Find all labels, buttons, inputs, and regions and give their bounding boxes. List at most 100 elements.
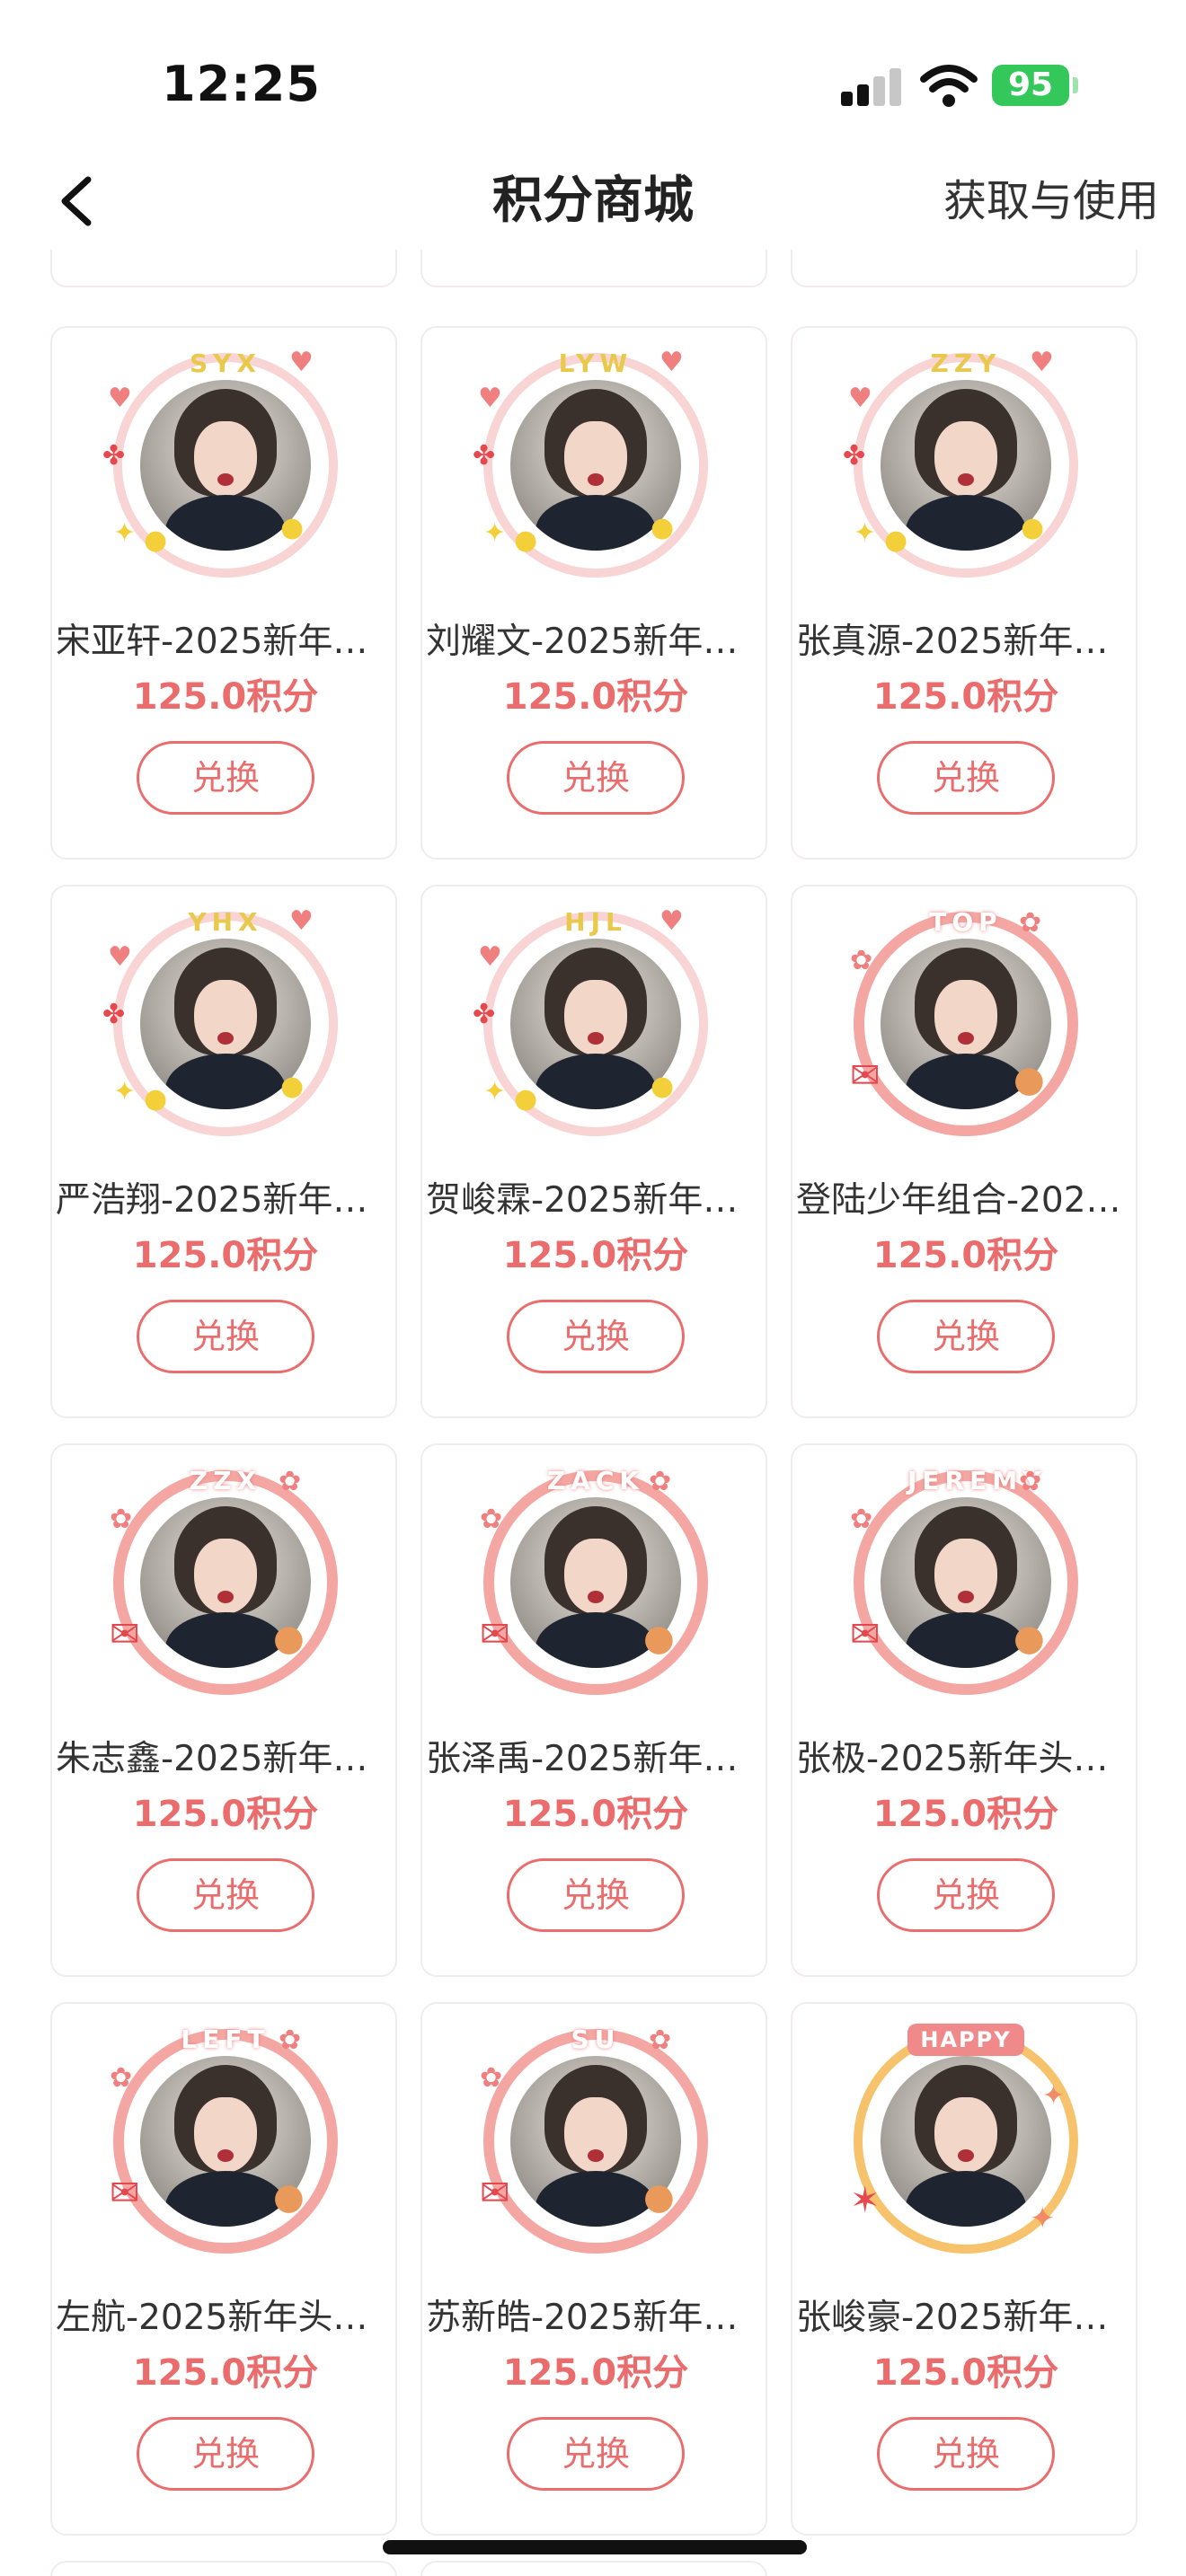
redeem-button[interactable]: 兑换	[877, 2417, 1055, 2491]
item-price: 125.0积分	[872, 676, 1059, 718]
frame-tag-text: SU	[571, 2025, 621, 2054]
star-icon: ✦	[1030, 2201, 1056, 2236]
product-card-partial[interactable]	[420, 2561, 767, 2576]
chinese-knot-icon: ✤	[843, 440, 866, 472]
frame-tag-text: TOP	[929, 907, 1003, 937]
avatar-frame-preview: SU ✉ ● ✿ ✿	[480, 2025, 708, 2254]
sparkle-icon: ✦	[483, 1076, 507, 1107]
redeem-button[interactable]: 兑换	[137, 1300, 314, 1373]
avatar-frame-preview: LEFT ✉ ● ✿ ✿	[110, 2025, 338, 2254]
product-card-partial[interactable]	[50, 2561, 397, 2576]
wifi-icon	[920, 65, 978, 107]
chick-icon: ●	[651, 1071, 675, 1102]
avatar-photo	[881, 2056, 1051, 2227]
product-card[interactable]: ZACK ✉ ● ✿ ✿ 张泽禹-2025新年头像框 125.0积分兑换	[420, 1443, 769, 1977]
item-price: 125.0积分	[872, 2352, 1059, 2394]
item-price: 125.0积分	[502, 1235, 689, 1276]
status-time: 12:25	[162, 56, 321, 112]
flower-icon: ✿	[649, 2025, 672, 2056]
heart-icon: ♥	[108, 383, 132, 414]
frame-tag-text: YHX	[188, 907, 263, 937]
avatar-frame-preview: TOP ✉ ● ✿ ✿	[850, 907, 1078, 1136]
redeem-button[interactable]: 兑换	[877, 741, 1055, 815]
redeem-button[interactable]: 兑换	[877, 1858, 1055, 1932]
redeem-button[interactable]: 兑换	[877, 1300, 1055, 1373]
item-price: 125.0积分	[132, 2352, 319, 2394]
red-envelope-icon: ✉	[480, 1614, 510, 1655]
product-card[interactable]: HJL♥♥✤●●✦贺峻霖-2025新年头像框125.0积分兑换	[420, 885, 769, 1418]
chick-icon: ●	[144, 525, 168, 556]
star-icon: ✦	[1042, 2080, 1066, 2112]
item-name: 张极-2025新年头像框	[796, 1739, 1139, 1779]
chick-icon: ●	[651, 512, 675, 543]
red-envelope-icon: ✉	[850, 1614, 881, 1655]
flower-icon: ✿	[110, 1504, 133, 1535]
heart-icon: ♥	[659, 347, 684, 378]
product-card[interactable]: JEREMY ✉ ● ✿ ✿ 张极-2025新年头像框 125.0积分 兑换	[791, 1443, 1139, 1977]
redeem-button[interactable]: 兑换	[137, 741, 314, 815]
chick-icon: ●	[514, 525, 538, 556]
battery-level: 95	[1007, 66, 1054, 103]
frame-tag-text: HAPPY	[907, 2024, 1024, 2056]
frame-tag-text: ZZX	[189, 1466, 262, 1495]
cat-icon: ●	[643, 1618, 675, 1659]
heart-icon: ♥	[478, 941, 502, 973]
red-envelope-icon: ✉	[110, 2173, 140, 2214]
product-card[interactable]: HAPPY ✶ ✦ ✦ 张峻豪-2025新年头像框 125.0积分兑换	[791, 2002, 1139, 2536]
heart-icon: ♥	[478, 383, 502, 414]
frame-tag-text: HJL	[564, 907, 627, 937]
item-name: 宋亚轩-2025新年头像框	[56, 622, 399, 662]
item-price: 125.0积分	[502, 2352, 689, 2394]
sparkle-icon: ✦	[854, 517, 877, 549]
battery-icon: 95	[992, 65, 1069, 106]
sparkle-icon: ✦	[113, 1076, 137, 1107]
sparkle-icon: ✦	[113, 517, 137, 549]
chick-icon: ●	[280, 1071, 305, 1102]
flower-icon: ✿	[110, 2062, 133, 2094]
product-card[interactable]: SU ✉ ● ✿ ✿ 苏新皓-2025新年头像框 125.0积分兑换	[420, 2002, 769, 2536]
cat-icon: ●	[643, 2176, 675, 2218]
heart-icon: ♥	[289, 905, 314, 937]
flower-icon: ✿	[480, 1504, 503, 1535]
product-card[interactable]: SYX♥♥✤●●✦宋亚轩-2025新年头像框125.0积分兑换	[50, 326, 399, 860]
flower-icon: ✿	[850, 945, 873, 976]
heart-icon: ♥	[659, 905, 684, 937]
item-price: 125.0积分	[132, 1794, 319, 1835]
redeem-button[interactable]: 兑换	[507, 1858, 685, 1932]
item-price: 125.0积分	[132, 676, 319, 718]
red-envelope-icon: ✉	[110, 1614, 140, 1655]
chick-icon: ●	[1021, 512, 1045, 543]
app-screen: 12:25 95 积分商城 获取与使用 SYX ♥ ♥ ✤ ● ● ✦ 宋亚轩-2025新年头…	[0, 0, 1186, 2576]
frame-tag-text: SYX	[189, 348, 262, 378]
redeem-button[interactable]: 兑换	[507, 1300, 685, 1373]
flower-icon: ✿	[480, 2062, 503, 2094]
avatar-frame-preview: JEREMY ✉ ● ✿ ✿	[850, 1466, 1078, 1695]
item-name: 刘耀文-2025新年头像框	[426, 622, 769, 662]
heart-icon: ♥	[848, 383, 872, 414]
cellular-signal-icon	[841, 68, 902, 106]
earn-and-use-link[interactable]: 获取与使用	[943, 165, 1159, 237]
heart-icon: ♥	[289, 347, 314, 378]
avatar-frame-preview: LYW ♥ ♥ ✤ ● ● ✦	[473, 348, 708, 578]
item-price: 125.0积分	[872, 1794, 1059, 1835]
status-bar: 12:25 95	[0, 0, 1186, 153]
item-price: 125.0积分	[502, 676, 689, 718]
redeem-button[interactable]: 兑换	[507, 741, 685, 815]
avatar-frame-preview: HJL ♥ ♥ ✤ ● ● ✦	[473, 907, 708, 1136]
item-name: 张泽禹-2025新年头像框	[426, 1739, 769, 1779]
chick-icon: ●	[884, 525, 908, 556]
redeem-button[interactable]: 兑换	[507, 2417, 685, 2491]
frame-tag-text: JEREMY	[907, 1466, 1047, 1495]
product-card[interactable]: ZZX ✉ ● ✿ ✿ 朱志鑫-2025新年头像框 125.0积分兑换	[50, 1443, 399, 1977]
product-card[interactable]: TOP ✉ ● ✿ ✿ 登陆少年组合-2025新年头像框 125.0积分兑换	[791, 885, 1139, 1418]
avatar-frame-preview: YHX ♥ ♥ ✤ ● ● ✦	[102, 907, 338, 1136]
frame-tag-text: ZACK	[546, 1466, 645, 1495]
product-card[interactable]: LYW♥♥✤●●✦刘耀文-2025新年头像框125.0积分兑换	[420, 326, 769, 860]
flower-icon: ✿	[279, 1466, 302, 1497]
product-card[interactable]: YHX♥♥✤●●✦严浩翔-2025新年头像框125.0积分兑换	[50, 885, 399, 1418]
product-card[interactable]: LEFT ✉ ● ✿ ✿ 左航-2025新年头像框 125.0积分 兑换	[50, 2002, 399, 2536]
cat-icon: ●	[273, 2176, 305, 2218]
product-card[interactable]: ZZY♥♥✤●●✦张真源-2025新年头像框125.0积分兑换	[791, 326, 1139, 860]
redeem-button[interactable]: 兑换	[137, 2417, 314, 2491]
redeem-button[interactable]: 兑换	[137, 1858, 314, 1932]
